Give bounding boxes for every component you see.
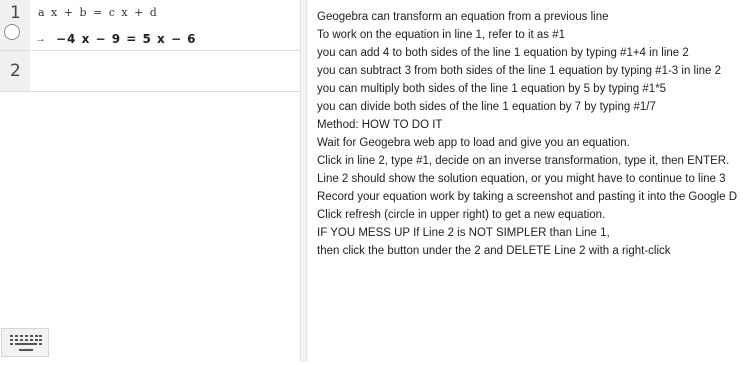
- keyboard-button[interactable]: [1, 328, 49, 357]
- visibility-toggle-icon[interactable]: [4, 24, 20, 40]
- graphics-view: Geogebra can transform an equation from …: [307, 0, 752, 365]
- instruction-line: you can add 4 to both sides of the line …: [317, 47, 689, 59]
- instruction-line: Click refresh (circle in upper right) to…: [317, 209, 606, 221]
- output-arrow-icon: →: [35, 33, 46, 45]
- row-definition[interactable]: a x + b = c x + d: [38, 6, 158, 19]
- instruction-line: you can multiply both sides of the line …: [317, 83, 667, 95]
- row-number: 1: [10, 3, 21, 23]
- algebra-view: 1 a x + b = c x + d → −4 x − 9 = 5 x − 6…: [0, 0, 300, 365]
- instruction-line: you can subtract 3 from both sides of th…: [317, 65, 722, 77]
- instruction-line: you can divide both sides of the line 1 …: [317, 101, 656, 113]
- row-divider: [0, 50, 300, 51]
- instruction-line: Line 2 should show the solution equation…: [317, 173, 726, 185]
- instruction-line: Record your equation work by taking a sc…: [317, 191, 737, 203]
- instruction-line: Wait for Geogebra web app to load and gi…: [317, 137, 630, 149]
- keyboard-icon: [10, 335, 42, 351]
- instruction-line: then click the button under the 2 and DE…: [317, 245, 671, 257]
- instruction-line: Method: HOW TO DO IT: [317, 119, 443, 131]
- input-field[interactable]: [38, 58, 288, 84]
- instructions-text: Geogebra can transform an equation from …: [317, 8, 737, 260]
- instruction-line: IF YOU MESS UP If Line 2 is NOT SIMPLER …: [317, 227, 610, 239]
- row-number: 2: [10, 61, 21, 81]
- row-output: −4 x − 9 = 5 x − 6: [56, 32, 197, 46]
- row-divider: [0, 91, 300, 92]
- instruction-line: Click in line 2, type #1, decide on an i…: [317, 155, 730, 167]
- instruction-line: To work on the equation in line 1, refer…: [317, 29, 566, 41]
- panel-splitter[interactable]: [300, 0, 307, 362]
- instruction-line: Geogebra can transform an equation from …: [317, 11, 609, 23]
